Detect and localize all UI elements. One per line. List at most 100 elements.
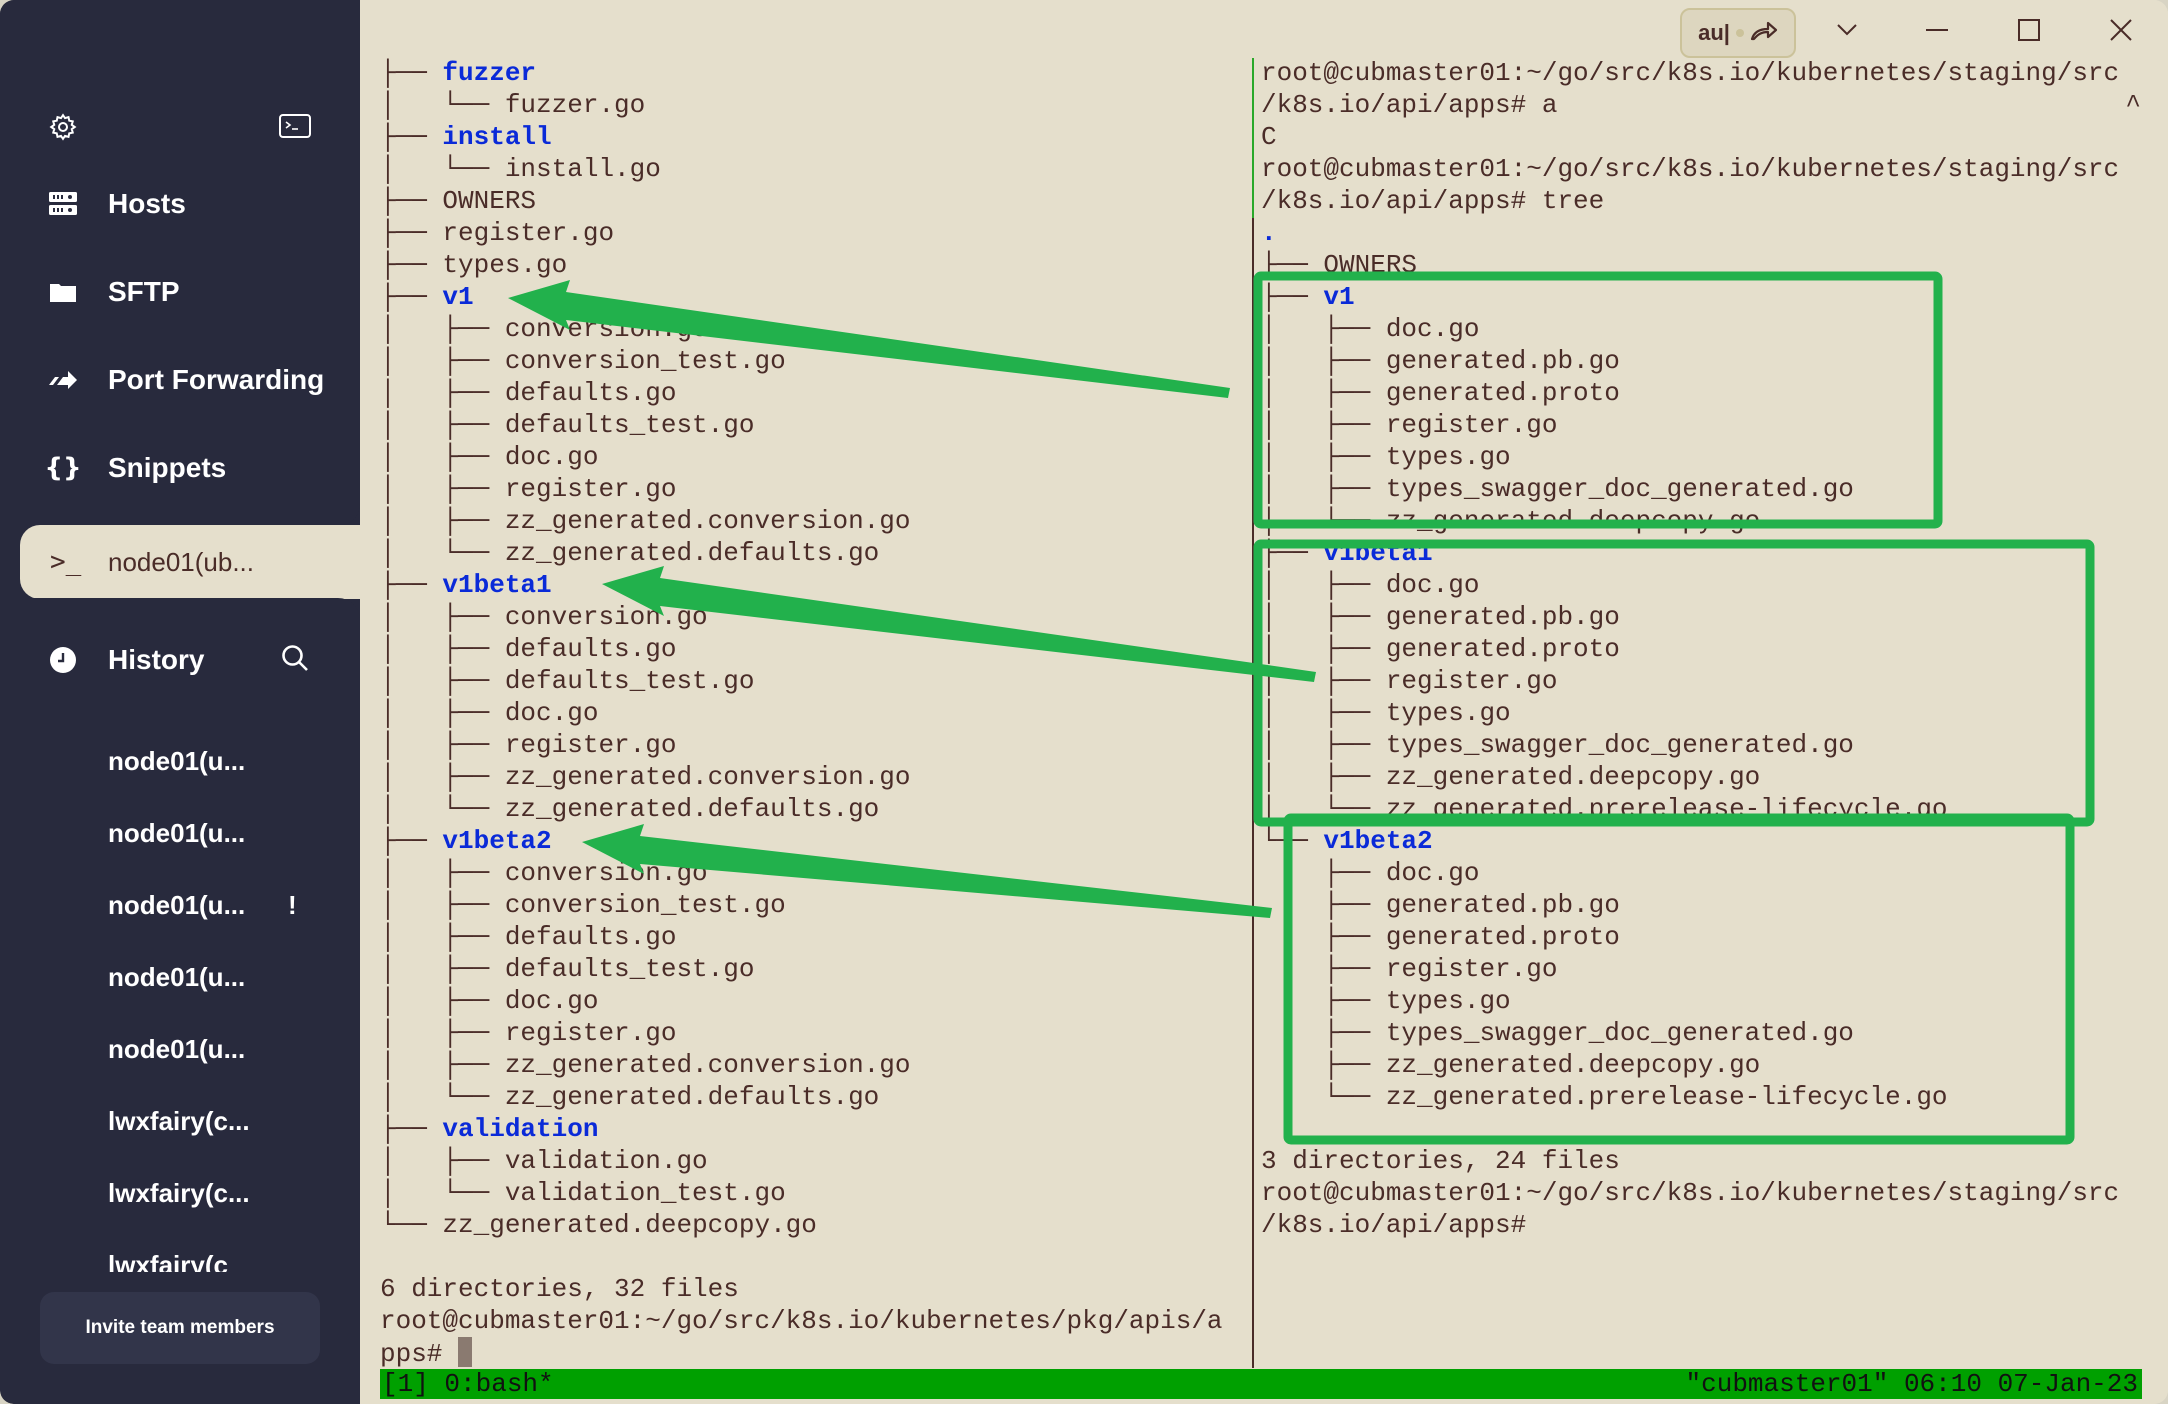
terminal-cursor xyxy=(458,1337,473,1367)
tree-branch: │ ├── xyxy=(380,858,505,888)
tree-branch: │ ├── xyxy=(1261,698,1386,728)
right-pane-line: │ ├── types.go xyxy=(1261,441,2141,473)
search-icon[interactable] xyxy=(280,643,310,678)
right-pane-line: C xyxy=(1261,121,2141,153)
right-pane-line: root@cubmaster01:~/go/src/k8s.io/kuberne… xyxy=(1261,1177,2141,1209)
right-pane-line: ├── register.go xyxy=(1261,953,2141,985)
file-name: pps# xyxy=(380,1339,459,1369)
right-terminal-pane[interactable]: root@cubmaster01:~/go/src/k8s.io/kuberne… xyxy=(1261,57,2141,1241)
right-pane-line: /k8s.io/api/apps# a ^ xyxy=(1261,89,2141,121)
left-pane-line: └── zz_generated.deepcopy.go xyxy=(380,1209,1223,1241)
left-pane-line: pps# xyxy=(380,1337,1223,1369)
keyboard-status-badge[interactable]: au| xyxy=(1680,8,1796,58)
right-pane-line: │ └── zz_generated.deepcopy.go xyxy=(1261,505,2141,537)
sidebar-item-snippets[interactable]: {} Snippets xyxy=(0,438,360,498)
left-terminal-pane[interactable]: ├── fuzzer │ └── fuzzer.go ├── install │ └─… xyxy=(380,57,1223,1369)
file-name: register.go xyxy=(504,730,677,760)
history-item[interactable]: lwxfairy(c xyxy=(108,1250,228,1272)
right-pane-line: root@cubmaster01:~/go/src/k8s.io/kuberne… xyxy=(1261,57,2141,89)
left-pane-line: │ ├── conversion_test.go xyxy=(380,889,1223,921)
history-item-label: node01(u... xyxy=(108,746,246,776)
left-pane-line: │ ├── register.go xyxy=(380,473,1223,505)
tree-branch: │ ├── xyxy=(1261,346,1386,376)
tree-branch: │ ├── xyxy=(380,986,505,1016)
history-item-label: node01(u... xyxy=(108,890,246,920)
sidebar-item-label: Port Forwarding xyxy=(108,364,325,395)
tree-branch: ├── xyxy=(1261,922,1386,952)
tree-branch: │ ├── xyxy=(380,314,505,344)
tree-branch: │ └── xyxy=(380,154,505,184)
file-name: generated.proto xyxy=(1385,922,1620,952)
right-pane-line: │ ├── types_swagger_doc_generated.go xyxy=(1261,729,2141,761)
history-item-label: node01(u... xyxy=(108,818,246,848)
left-pane-line: │ └── install.go xyxy=(380,153,1223,185)
history-item[interactable]: lwxfairy(c... xyxy=(108,1106,250,1137)
file-name: register.go xyxy=(504,1018,677,1048)
directory-name: install xyxy=(442,122,552,152)
left-pane-line: │ └── zz_generated.defaults.go xyxy=(380,1081,1223,1113)
maximize-icon[interactable] xyxy=(2004,0,2054,60)
history-item[interactable]: node01(u... xyxy=(108,1034,245,1065)
settings-gear-icon[interactable] xyxy=(46,110,80,144)
file-name: zz_generated.conversion.go xyxy=(504,1050,911,1080)
directory-name: v1 xyxy=(442,282,474,312)
pane-divider[interactable] xyxy=(1252,58,1254,1368)
file-name: conversion.go xyxy=(504,858,708,888)
sidebar-item-sftp[interactable]: SFTP xyxy=(0,262,360,322)
history-item[interactable]: node01(u... xyxy=(108,746,245,777)
invite-team-members-button[interactable]: Invite team members xyxy=(40,1292,320,1364)
tree-branch: ├── xyxy=(380,218,443,248)
left-pane-line: ├── fuzzer xyxy=(380,57,1223,89)
share-arrow-icon xyxy=(1750,19,1778,47)
left-pane-line: ├── v1 xyxy=(380,281,1223,313)
tree-branch: │ └── xyxy=(380,1082,505,1112)
active-session-tab[interactable]: >_ node01(ub... xyxy=(20,525,365,599)
right-pane-line: │ ├── generated.pb.go xyxy=(1261,601,2141,633)
right-pane-line: ├── v1 xyxy=(1261,281,2141,313)
left-pane-line: │ ├── register.go xyxy=(380,729,1223,761)
active-pane-indicator xyxy=(1252,58,1254,218)
minimize-icon[interactable] xyxy=(1912,0,1962,60)
sidebar-item-label: Snippets xyxy=(108,452,227,483)
right-pane-line: ├── zz_generated.deepcopy.go xyxy=(1261,1049,2141,1081)
left-pane-line: │ ├── validation.go xyxy=(380,1145,1223,1177)
sidebar-item-port-forwarding[interactable]: Port Forwarding xyxy=(0,350,360,410)
left-pane-line: │ ├── defaults.go xyxy=(380,921,1223,953)
left-pane-line: │ └── zz_generated.defaults.go xyxy=(380,537,1223,569)
dropdown-chevron-icon[interactable] xyxy=(1822,0,1872,60)
tree-branch: ├── xyxy=(380,250,443,280)
file-name: generated.pb.go xyxy=(1385,890,1620,920)
left-pane-line: │ ├── conversion.go xyxy=(380,601,1223,633)
right-pane-line: │ ├── generated.proto xyxy=(1261,377,2141,409)
left-pane-line: │ ├── defaults_test.go xyxy=(380,665,1223,697)
tree-branch: ├── xyxy=(1261,858,1386,888)
tree-branch: │ ├── xyxy=(380,1018,505,1048)
history-item[interactable]: node01(u... xyxy=(108,818,245,849)
tree-branch: └── xyxy=(1261,1082,1386,1112)
file-name: OWNERS xyxy=(1323,250,1418,280)
history-header[interactable]: History xyxy=(0,630,360,690)
tree-branch: │ ├── xyxy=(1261,666,1386,696)
close-icon[interactable] xyxy=(2096,0,2146,60)
file-name: types.go xyxy=(1385,986,1511,1016)
history-item[interactable]: node01(u... xyxy=(108,962,245,993)
file-name: root@cubmaster01:~/go/src/k8s.io/kuberne… xyxy=(1261,154,2120,184)
tree-branch: ├── xyxy=(1261,1050,1386,1080)
right-pane-line: │ ├── generated.pb.go xyxy=(1261,345,2141,377)
right-pane-line: │ ├── doc.go xyxy=(1261,313,2141,345)
tree-branch: │ ├── xyxy=(380,634,505,664)
history-item[interactable]: node01(u...! xyxy=(108,890,297,921)
tmux-window-list[interactable]: [1] 0:bash* xyxy=(382,1369,554,1399)
left-pane-line: │ ├── defaults_test.go xyxy=(380,953,1223,985)
port-forwarding-icon xyxy=(46,363,80,397)
tree-branch: └── xyxy=(1261,826,1324,856)
tree-branch: │ ├── xyxy=(1261,762,1386,792)
tree-branch: ├── xyxy=(380,58,443,88)
new-terminal-icon[interactable] xyxy=(278,110,312,144)
right-pane-line: /k8s.io/api/apps# tree xyxy=(1261,185,2141,217)
sidebar-item-hosts[interactable]: Hosts xyxy=(0,174,360,234)
directory-name: . xyxy=(1261,218,1277,248)
file-name: conversion_test.go xyxy=(504,346,786,376)
history-item[interactable]: lwxfairy(c... xyxy=(108,1178,250,1209)
file-name: fuzzer.go xyxy=(504,90,646,120)
